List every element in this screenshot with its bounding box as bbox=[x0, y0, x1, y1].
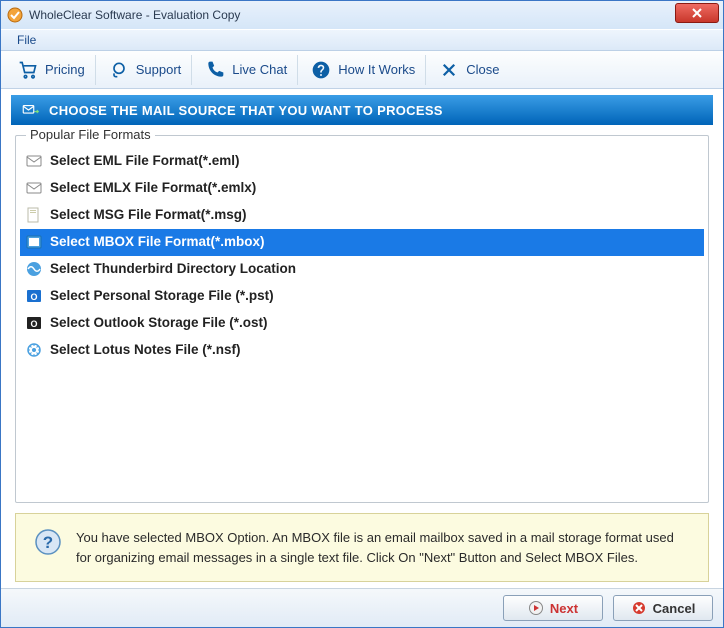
window-close-button[interactable] bbox=[675, 3, 719, 23]
howitworks-button[interactable]: How It Works bbox=[300, 55, 426, 85]
format-option[interactable]: Select MBOX File Format(*.mbox) bbox=[20, 229, 704, 256]
cancel-label: Cancel bbox=[653, 601, 696, 616]
eml-icon bbox=[26, 153, 42, 169]
format-option[interactable]: Select MSG File Format(*.msg) bbox=[20, 202, 704, 229]
menu-bar: File bbox=[1, 29, 723, 51]
thunderbird-icon bbox=[26, 261, 42, 277]
nsf-icon bbox=[26, 342, 42, 358]
svg-text:?: ? bbox=[43, 533, 53, 552]
menu-file[interactable]: File bbox=[11, 31, 42, 49]
format-label: Select EMLX File Format(*.emlx) bbox=[50, 177, 256, 200]
cart-icon bbox=[17, 59, 39, 81]
phone-icon bbox=[204, 59, 226, 81]
close-label: Close bbox=[466, 62, 499, 77]
support-label: Support bbox=[136, 62, 182, 77]
format-option[interactable]: O Select Personal Storage File (*.pst) bbox=[20, 283, 704, 310]
pricing-button[interactable]: Pricing bbox=[7, 55, 96, 85]
instruction-banner: CHOOSE THE MAIL SOURCE THAT YOU WANT TO … bbox=[11, 95, 713, 125]
footer: Next Cancel bbox=[1, 588, 723, 627]
msg-icon bbox=[26, 207, 42, 223]
app-logo-icon bbox=[7, 7, 23, 23]
svg-text:O: O bbox=[30, 292, 37, 302]
main-content: Popular File Formats Select EML File For… bbox=[1, 125, 723, 588]
formats-fieldset: Popular File Formats Select EML File For… bbox=[15, 135, 709, 503]
play-icon bbox=[528, 600, 544, 616]
info-panel: ? You have selected MBOX Option. An MBOX… bbox=[15, 513, 709, 582]
format-label: Select Outlook Storage File (*.ost) bbox=[50, 312, 268, 335]
format-option[interactable]: Select Lotus Notes File (*.nsf) bbox=[20, 337, 704, 364]
format-option[interactable]: Select EML File Format(*.eml) bbox=[20, 148, 704, 175]
cancel-button[interactable]: Cancel bbox=[613, 595, 713, 621]
title-bar: WholeClear Software - Evaluation Copy bbox=[1, 1, 723, 29]
emlx-icon bbox=[26, 180, 42, 196]
close-button[interactable]: Close bbox=[428, 55, 509, 85]
ost-icon: O bbox=[26, 315, 42, 331]
window-title: WholeClear Software - Evaluation Copy bbox=[29, 8, 240, 22]
formats-list: Select EML File Format(*.eml) Select EMLX… bbox=[20, 148, 704, 364]
format-option[interactable]: O Select Outlook Storage File (*.ost) bbox=[20, 310, 704, 337]
x-icon bbox=[438, 59, 460, 81]
livechat-button[interactable]: Live Chat bbox=[194, 55, 298, 85]
next-label: Next bbox=[550, 601, 578, 616]
next-button[interactable]: Next bbox=[503, 595, 603, 621]
format-label: Select MSG File Format(*.msg) bbox=[50, 204, 247, 227]
cancel-icon bbox=[631, 600, 647, 616]
question-icon bbox=[310, 59, 332, 81]
format-label: Select Personal Storage File (*.pst) bbox=[50, 285, 274, 308]
format-option[interactable]: Select EMLX File Format(*.emlx) bbox=[20, 175, 704, 202]
pricing-label: Pricing bbox=[45, 62, 85, 77]
svg-text:O: O bbox=[30, 319, 37, 329]
support-button[interactable]: Support bbox=[98, 55, 193, 85]
mbox-icon bbox=[26, 234, 42, 250]
format-label: Select Thunderbird Directory Location bbox=[50, 258, 296, 281]
format-option[interactable]: Select Thunderbird Directory Location bbox=[20, 256, 704, 283]
mail-arrow-icon bbox=[21, 101, 39, 119]
toolbar: Pricing Support Live Chat How It Works C… bbox=[1, 51, 723, 89]
format-label: Select EML File Format(*.eml) bbox=[50, 150, 240, 173]
info-text: You have selected MBOX Option. An MBOX f… bbox=[76, 528, 690, 567]
pst-icon: O bbox=[26, 288, 42, 304]
banner-text: CHOOSE THE MAIL SOURCE THAT YOU WANT TO … bbox=[49, 103, 443, 118]
close-icon bbox=[691, 8, 703, 18]
fieldset-legend: Popular File Formats bbox=[26, 127, 155, 142]
app-window: WholeClear Software - Evaluation Copy Fi… bbox=[0, 0, 724, 628]
livechat-label: Live Chat bbox=[232, 62, 287, 77]
headset-icon bbox=[108, 59, 130, 81]
howitworks-label: How It Works bbox=[338, 62, 415, 77]
help-icon: ? bbox=[34, 528, 62, 556]
format-label: Select MBOX File Format(*.mbox) bbox=[50, 231, 265, 254]
format-label: Select Lotus Notes File (*.nsf) bbox=[50, 339, 241, 362]
